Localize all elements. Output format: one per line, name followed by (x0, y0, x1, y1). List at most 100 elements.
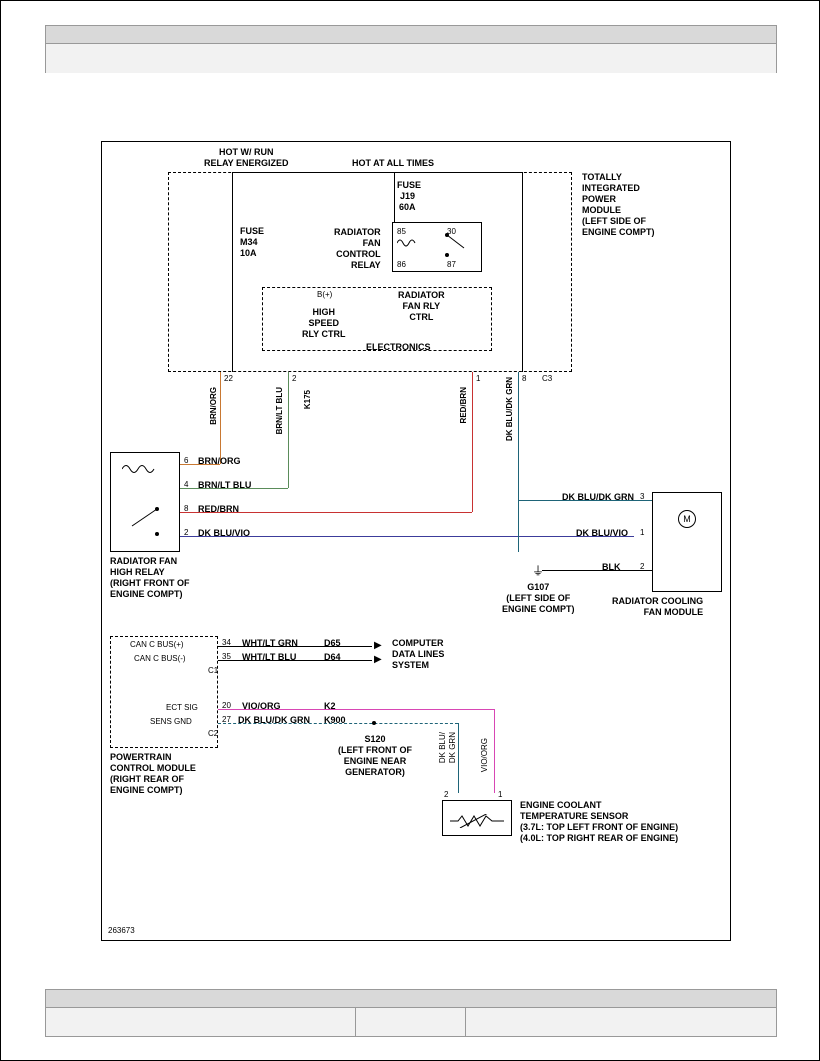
wire-blk-hline (542, 570, 652, 571)
thermistor-icon (450, 814, 504, 828)
arrow-2: ▶ (374, 654, 382, 665)
wire-whtltblu-line (218, 660, 372, 661)
figure-id: 263673 (108, 926, 135, 936)
wire-brn-ltblu-v: BRN/LT BLU (274, 387, 285, 434)
fuse-label: FUSE (397, 180, 421, 191)
s120-label: S120 (LEFT FRONT OF ENGINE NEAR GENERATO… (338, 734, 412, 778)
wire-dkblu-dkgrn-v: DK BLU/DK GRN (504, 377, 515, 441)
arrow-1: ▶ (374, 640, 382, 651)
ect-wire2-v: VIO/ORG (480, 738, 490, 772)
pin-8a: 8 (522, 374, 526, 384)
ect-pin-2: 2 (444, 790, 448, 800)
tipm-v1 (232, 172, 233, 372)
fan-rly-ctrl-label: RADIATOR FAN RLY CTRL (398, 290, 445, 323)
electronics-label: ELECTRONICS (366, 342, 431, 353)
relay-contact-icon (442, 230, 472, 260)
wire-ect-v1 (458, 723, 459, 793)
wire-dkbluvio-h2: DK BLU/VIO (576, 528, 628, 539)
footer-row (46, 1008, 776, 1036)
wire-dkbludkgrn-hline2 (518, 500, 652, 501)
pin-85: 85 (397, 227, 406, 237)
tipm-v2 (394, 172, 395, 222)
d64-label: D64 (324, 652, 341, 663)
wire-vioorg-line (218, 709, 494, 710)
k900-label: K900 (324, 715, 346, 726)
k175-label: K175 (302, 390, 313, 409)
pin-22: 22 (224, 374, 233, 384)
wire-vioorg: VIO/ORG (242, 701, 281, 712)
c1-label: C1 (208, 666, 218, 676)
tipm-v3 (522, 172, 523, 372)
wire-whtltgrn-line (218, 646, 372, 647)
footer-bar (45, 989, 777, 1037)
wire-redbrn-hline (180, 512, 472, 513)
footer-top (46, 990, 776, 1008)
wiring-diagram: HOT W/ RUN RELAY ENERGIZED HOT AT ALL TI… (101, 141, 731, 941)
c2-label: C2 (208, 729, 218, 739)
footer-cell-3 (466, 1008, 776, 1036)
high-relay-label: RADIATOR FAN HIGH RELAY (RIGHT FRONT OF … (110, 556, 190, 600)
splice-dot (372, 721, 376, 725)
page-container: HOT W/ RUN RELAY ENERGIZED HOT AT ALL TI… (0, 0, 820, 1061)
fuse-m34-label: FUSE M34 10A (240, 226, 264, 259)
fuse-j19-amp: 60A (399, 202, 416, 213)
g107-label: G107 (LEFT SIDE OF ENGINE COMPT) (502, 582, 575, 615)
wire-brnorg-hline (180, 464, 220, 465)
ect-pin-1: 1 (498, 790, 502, 800)
high-relay-coil-icon (122, 462, 162, 476)
wire-whtltblu: WHT/LT BLU (242, 652, 296, 663)
footer-cell-2 (356, 1008, 466, 1036)
high-relay-contact-icon (122, 504, 167, 540)
ect-label: ECT SIG (166, 703, 198, 713)
wire-dkbludkgrn-h: DK BLU/DK GRN (562, 492, 634, 503)
ect-wire1-v: DK BLU/ DK GRN (438, 732, 458, 763)
tipm-h-top (232, 172, 522, 173)
pin-87: 87 (447, 260, 456, 270)
footer-cell-1 (46, 1008, 356, 1036)
fuse-j19-num: J19 (400, 191, 415, 202)
wire-dkbluvio-hline (180, 536, 634, 537)
wire-redbrn-h: RED/BRN (198, 504, 239, 515)
datalines-label: COMPUTER DATA LINES SYSTEM (392, 638, 444, 671)
motor-icon: M (678, 510, 696, 528)
header-top (46, 26, 776, 44)
tipm-label: TOTALLY INTEGRATED POWER MODULE (LEFT SI… (582, 172, 655, 238)
ect-sensor-label: ENGINE COOLANT TEMPERATURE SENSOR (3.7L:… (520, 800, 678, 844)
wire-ect-v2 (494, 709, 495, 793)
ground-icon: ⏚ (532, 562, 544, 579)
pin-1-fan: 1 (640, 528, 644, 538)
wire-red-brn-line (472, 372, 473, 512)
pcm-label: POWERTRAIN CONTROL MODULE (RIGHT REAR OF… (110, 752, 196, 796)
wire-dkbludkgrn2-line (218, 723, 458, 724)
wire-whtltgrn: WHT/LT GRN (242, 638, 298, 649)
hot-run-label: HOT W/ RUN RELAY ENERGIZED (204, 147, 289, 169)
wire-brnltblu-hline (180, 488, 288, 489)
can-plus-label: CAN C BUS(+) (130, 640, 184, 650)
can-minus-label: CAN C BUS(-) (134, 654, 186, 664)
hs-rly-label: HIGH SPEED RLY CTRL (302, 307, 346, 340)
b-plus-label: B(+) (317, 290, 332, 300)
k2-label: K2 (324, 701, 336, 712)
pin-2a: 2 (292, 374, 296, 384)
d65-label: D65 (324, 638, 341, 649)
pin-1a: 1 (476, 374, 480, 384)
wire-dkbludkgrn-vpart (518, 500, 519, 552)
wire-dkbludkgrn2: DK BLU/DK GRN (238, 715, 310, 726)
header-bar (45, 25, 777, 73)
wire-dkbluvio-h: DK BLU/VIO (198, 528, 250, 539)
wire-brnltblu-h: BRN/LT BLU (198, 480, 251, 491)
wire-brnorg-h: BRN/ORG (198, 456, 241, 467)
wire-brn-org-line (220, 372, 221, 464)
c3-label: C3 (542, 374, 552, 384)
wire-brn-org-v: BRN/ORG (208, 387, 219, 425)
pcm-box (110, 636, 218, 748)
hot-always-label: HOT AT ALL TIMES (352, 158, 434, 169)
wire-blk-h: BLK (602, 562, 621, 573)
wire-brn-ltblu-line (288, 372, 289, 488)
wire-red-brn-v: RED/BRN (458, 387, 469, 423)
relay-coil-icon (397, 237, 417, 249)
fan-module-box (652, 492, 722, 592)
relay-label: RADIATOR FAN CONTROL RELAY (334, 227, 381, 271)
sens-gnd-label: SENS GND (150, 717, 192, 727)
fan-module-label: RADIATOR COOLING FAN MODULE (612, 596, 703, 618)
